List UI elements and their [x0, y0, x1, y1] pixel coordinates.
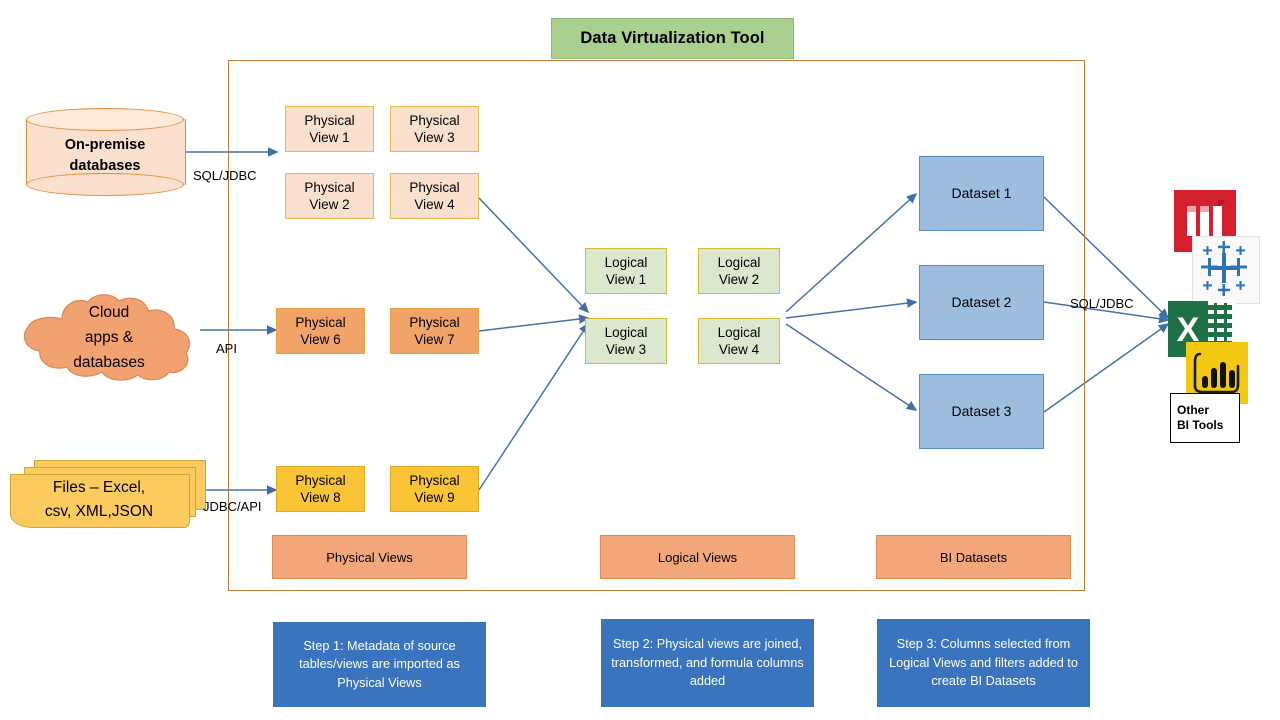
node-label-line-1: Physical [409, 472, 460, 488]
source-label-line-2: csv, XML,JSON [44, 503, 154, 520]
step-3-box: Step 3: Columns selected from Logical Vi… [877, 619, 1090, 707]
node-label-line-2: View 9 [414, 490, 455, 505]
node-label-line-1: Physical [304, 112, 355, 128]
edge-label-api-cloud: API [216, 341, 237, 356]
logical-view-2[interactable]: Logical View 2 [698, 248, 780, 294]
physical-view-3[interactable]: Physical View 3 [390, 106, 479, 152]
physical-view-4[interactable]: Physical View 4 [390, 173, 479, 219]
source-cloud-apps-databases: Cloud apps & databases [18, 293, 200, 381]
node-label-line-2: View 6 [300, 332, 341, 347]
source-label-line-1: On-premise [64, 137, 146, 153]
tableau-icon[interactable] [1192, 236, 1260, 304]
source-label: Files – Excel, csv, XML,JSON [10, 474, 188, 526]
node-label-line-2: View 4 [718, 342, 760, 357]
source-files: Files – Excel, csv, XML,JSON [10, 460, 206, 528]
page-title: Data Virtualization Tool [551, 18, 794, 59]
bi-tools-stack: X Other BI Tools [1168, 190, 1268, 445]
legend-bi-datasets: BI Datasets [876, 535, 1071, 579]
physical-view-2[interactable]: Physical View 2 [285, 173, 374, 219]
source-on-premise-databases: On-premise databases [26, 108, 186, 196]
source-label-line-1: Files – Excel, [52, 479, 146, 496]
node-label-line-2: View 2 [309, 197, 350, 212]
node-label-line-1: Logical [717, 324, 761, 340]
node-label-line-2: View 1 [309, 130, 350, 145]
dataset-3[interactable]: Dataset 3 [919, 374, 1044, 449]
node-label-line-1: Logical [604, 254, 648, 270]
source-label: Cloud apps & databases [18, 293, 200, 381]
node-label-line-1: Physical [295, 314, 346, 330]
edge-label-sql-jdbc-onprem: SQL/JDBC [193, 168, 257, 183]
node-label-line-2: View 3 [605, 342, 647, 357]
step-2-box: Step 2: Physical views are joined, trans… [601, 619, 814, 707]
legend-logical-views: Logical Views [600, 535, 795, 579]
diagram-canvas: Data Virtualization Tool On-premise data… [0, 0, 1280, 720]
node-label-line-2: View 2 [718, 272, 760, 287]
physical-view-8[interactable]: Physical View 8 [276, 466, 365, 512]
node-label-line-2: View 4 [414, 197, 455, 212]
source-label-line-3: databases [73, 353, 145, 371]
dataset-2[interactable]: Dataset 2 [919, 265, 1044, 340]
logical-view-1[interactable]: Logical View 1 [585, 248, 667, 294]
other-bi-tools[interactable]: Other BI Tools [1170, 393, 1240, 443]
cylinder-top [26, 108, 184, 131]
source-label: On-premise databases [26, 132, 184, 180]
edge-label-jdbc-api-files: JDBC/API [203, 499, 262, 514]
node-label-line-2: View 7 [414, 332, 455, 347]
physical-view-1[interactable]: Physical View 1 [285, 106, 374, 152]
physical-view-7[interactable]: Physical View 7 [390, 308, 479, 354]
physical-view-6[interactable]: Physical View 6 [276, 308, 365, 354]
node-label-line-1: Physical [304, 179, 355, 195]
node-label-line-1: Physical [409, 179, 460, 195]
node-label-line-1: Physical [409, 314, 460, 330]
source-label-line-2: apps & [84, 328, 134, 346]
edge-label-sql-jdbc-bi: SQL/JDBC [1070, 296, 1134, 311]
source-label-line-2: databases [69, 158, 141, 174]
node-label-line-1: Logical [604, 324, 648, 340]
other-bi-tools-line-2: BI Tools [1177, 418, 1224, 432]
node-label-line-2: View 1 [605, 272, 647, 287]
logical-view-4[interactable]: Logical View 4 [698, 318, 780, 364]
node-label-line-1: Physical [409, 112, 460, 128]
legend-physical-views: Physical Views [272, 535, 467, 579]
dataset-1[interactable]: Dataset 1 [919, 156, 1044, 231]
other-bi-tools-line-1: Other [1177, 403, 1210, 417]
source-label-line-1: Cloud [88, 303, 130, 321]
node-label-line-1: Logical [717, 254, 761, 270]
node-label-line-1: Physical [295, 472, 346, 488]
step-1-box: Step 1: Metadata of source tables/views … [273, 622, 486, 707]
node-label-line-2: View 3 [414, 130, 455, 145]
logical-view-3[interactable]: Logical View 3 [585, 318, 667, 364]
physical-view-9[interactable]: Physical View 9 [390, 466, 479, 512]
node-label-line-2: View 8 [300, 490, 341, 505]
